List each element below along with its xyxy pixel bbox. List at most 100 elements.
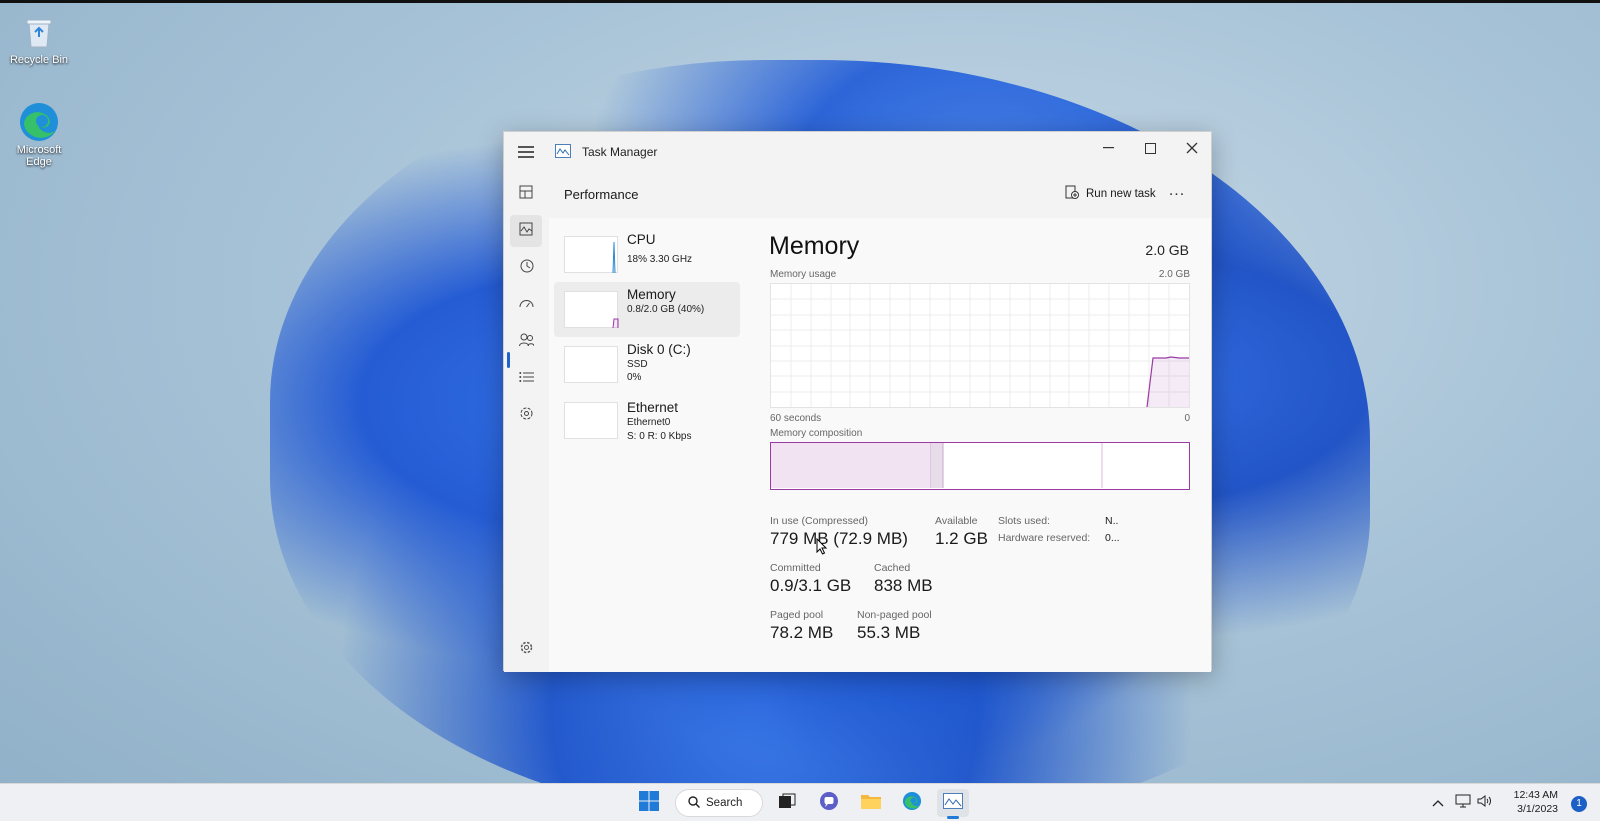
task-manager-icon [555, 144, 571, 163]
task-view-icon [778, 793, 796, 814]
nav-startup-apps[interactable] [510, 289, 542, 321]
memory-heading: Memory [769, 232, 860, 260]
cached-value: 838 MB [874, 576, 933, 595]
memory-total: 2.0 GB [1145, 242, 1189, 258]
taskbar-search[interactable]: Search [675, 789, 763, 817]
nav-services[interactable] [510, 400, 542, 432]
memory-usage-label: Memory usage [770, 269, 837, 280]
device-detail: 0.8/2.0 GB (40%) [627, 304, 705, 315]
performance-content: CPU 18% 3.30 GHz Memory 0.8/2.0 GB (40%)… [549, 218, 1211, 672]
memory-composition-bar [770, 442, 1190, 490]
task-manager-icon [943, 792, 963, 814]
non-paged-pool-label: Non-paged pool [857, 609, 932, 621]
desktop-icon-label: Recycle Bin [9, 54, 69, 66]
teams-chat-icon [819, 791, 839, 816]
device-ethernet[interactable]: Ethernet Ethernet0 S: 0 R: 0 Kbps [554, 398, 740, 453]
processes-icon [519, 185, 533, 204]
details-list-icon [518, 370, 534, 388]
start-button[interactable] [633, 789, 665, 817]
performance-icon [519, 222, 533, 241]
desktop-icon-recycle-bin[interactable]: Recycle Bin [0, 10, 78, 66]
device-detail-2: S: 0 R: 0 Kbps [627, 431, 692, 442]
desktop-icon-edge[interactable]: Microsoft Edge [0, 100, 78, 168]
device-disk[interactable]: Disk 0 (C:) SSD 0% [554, 337, 740, 392]
edge-icon [17, 100, 61, 144]
nav-details[interactable] [510, 363, 542, 395]
nav-processes[interactable] [510, 178, 542, 210]
in-use-value: 779 MB (72.9 MB) [770, 529, 908, 548]
run-new-task-label: Run new task [1086, 187, 1156, 200]
nav-selection-indicator [507, 352, 510, 368]
running-indicator [947, 816, 959, 819]
device-detail: 18% 3.30 GHz [627, 254, 693, 265]
windows-logo-icon [639, 790, 659, 816]
graph-time-left: 60 seconds [770, 413, 822, 424]
more-options-button[interactable]: ... [1164, 182, 1190, 206]
nav-app-history[interactable] [510, 252, 542, 284]
device-name: Disk 0 (C:) [627, 342, 691, 357]
disk-thumbnail-graph [564, 346, 618, 383]
navigation-rail [504, 172, 549, 672]
run-task-icon [1065, 185, 1079, 202]
screen-top-border [0, 0, 1600, 3]
run-new-task-button[interactable]: Run new task [1065, 185, 1156, 202]
memory-composition-label: Memory composition [770, 428, 863, 439]
in-use-label: In use (Compressed) [770, 515, 869, 527]
clock[interactable]: 12:43 AM 3/1/2023 [1514, 788, 1558, 816]
search-label: Search [706, 797, 743, 809]
clock-date: 3/1/2023 [1517, 803, 1558, 815]
window-title: Task Manager [582, 145, 658, 159]
history-icon [519, 258, 534, 278]
nav-performance[interactable] [510, 215, 542, 247]
clock-time: 12:43 AM [1513, 789, 1558, 801]
task-view-button[interactable] [771, 789, 803, 817]
ethernet-thumbnail-graph [564, 402, 618, 439]
title-bar[interactable]: Task Manager [504, 132, 1211, 172]
slots-used-label: Slots used: [998, 515, 1050, 527]
edge-taskbar-button[interactable] [896, 789, 928, 817]
network-icon [1455, 794, 1471, 813]
folder-icon [860, 792, 882, 815]
recycle-bin-icon [17, 10, 61, 54]
hamburger-menu-icon[interactable] [518, 146, 534, 158]
close-button[interactable] [1171, 134, 1213, 162]
task-manager-taskbar-button[interactable] [937, 789, 969, 819]
device-name: Memory [627, 287, 676, 302]
file-explorer-button[interactable] [855, 789, 887, 817]
show-hidden-icons-button[interactable] [1426, 789, 1450, 817]
cpu-thumbnail-graph [564, 236, 618, 274]
nav-users[interactable] [510, 326, 542, 358]
search-icon [688, 795, 700, 811]
taskbar: Search 12:43 AM 3/1/2023 1 [0, 783, 1600, 821]
settings-gear-icon [519, 640, 534, 660]
device-name: Ethernet [627, 400, 679, 415]
cached-label: Cached [874, 562, 911, 574]
memory-usage-max: 2.0 GB [1158, 269, 1190, 280]
volume-icon [1477, 794, 1491, 812]
users-icon [518, 333, 534, 352]
available-label: Available [935, 515, 978, 527]
mouse-cursor-icon [816, 537, 828, 560]
graph-time-right: 0 [1184, 413, 1190, 424]
committed-value: 0.9/3.1 GB [770, 576, 852, 595]
device-name: CPU [627, 232, 656, 247]
chevron-up-icon [1432, 794, 1444, 812]
slots-used-value: N.. [1105, 515, 1119, 527]
available-value: 1.2 GB [935, 529, 988, 548]
startup-gauge-icon [519, 296, 534, 314]
nav-settings[interactable] [510, 634, 542, 666]
page-title: Performance [564, 187, 639, 202]
device-memory[interactable]: Memory 0.8/2.0 GB (40%) [554, 282, 740, 337]
network-volume-tray[interactable] [1451, 789, 1495, 817]
hardware-reserved-value: 0... [1105, 532, 1120, 544]
minimize-button[interactable] [1087, 134, 1129, 162]
device-cpu[interactable]: CPU 18% 3.30 GHz [554, 227, 740, 282]
command-bar: Performance Run new task ... [549, 172, 1211, 218]
maximize-button[interactable] [1129, 134, 1171, 162]
committed-label: Committed [770, 562, 821, 574]
non-paged-pool-value: 55.3 MB [857, 623, 921, 642]
chat-button[interactable] [813, 789, 845, 817]
hardware-reserved-label: Hardware reserved: [998, 532, 1091, 544]
notification-badge[interactable]: 1 [1571, 796, 1587, 812]
paged-pool-label: Paged pool [770, 609, 824, 621]
